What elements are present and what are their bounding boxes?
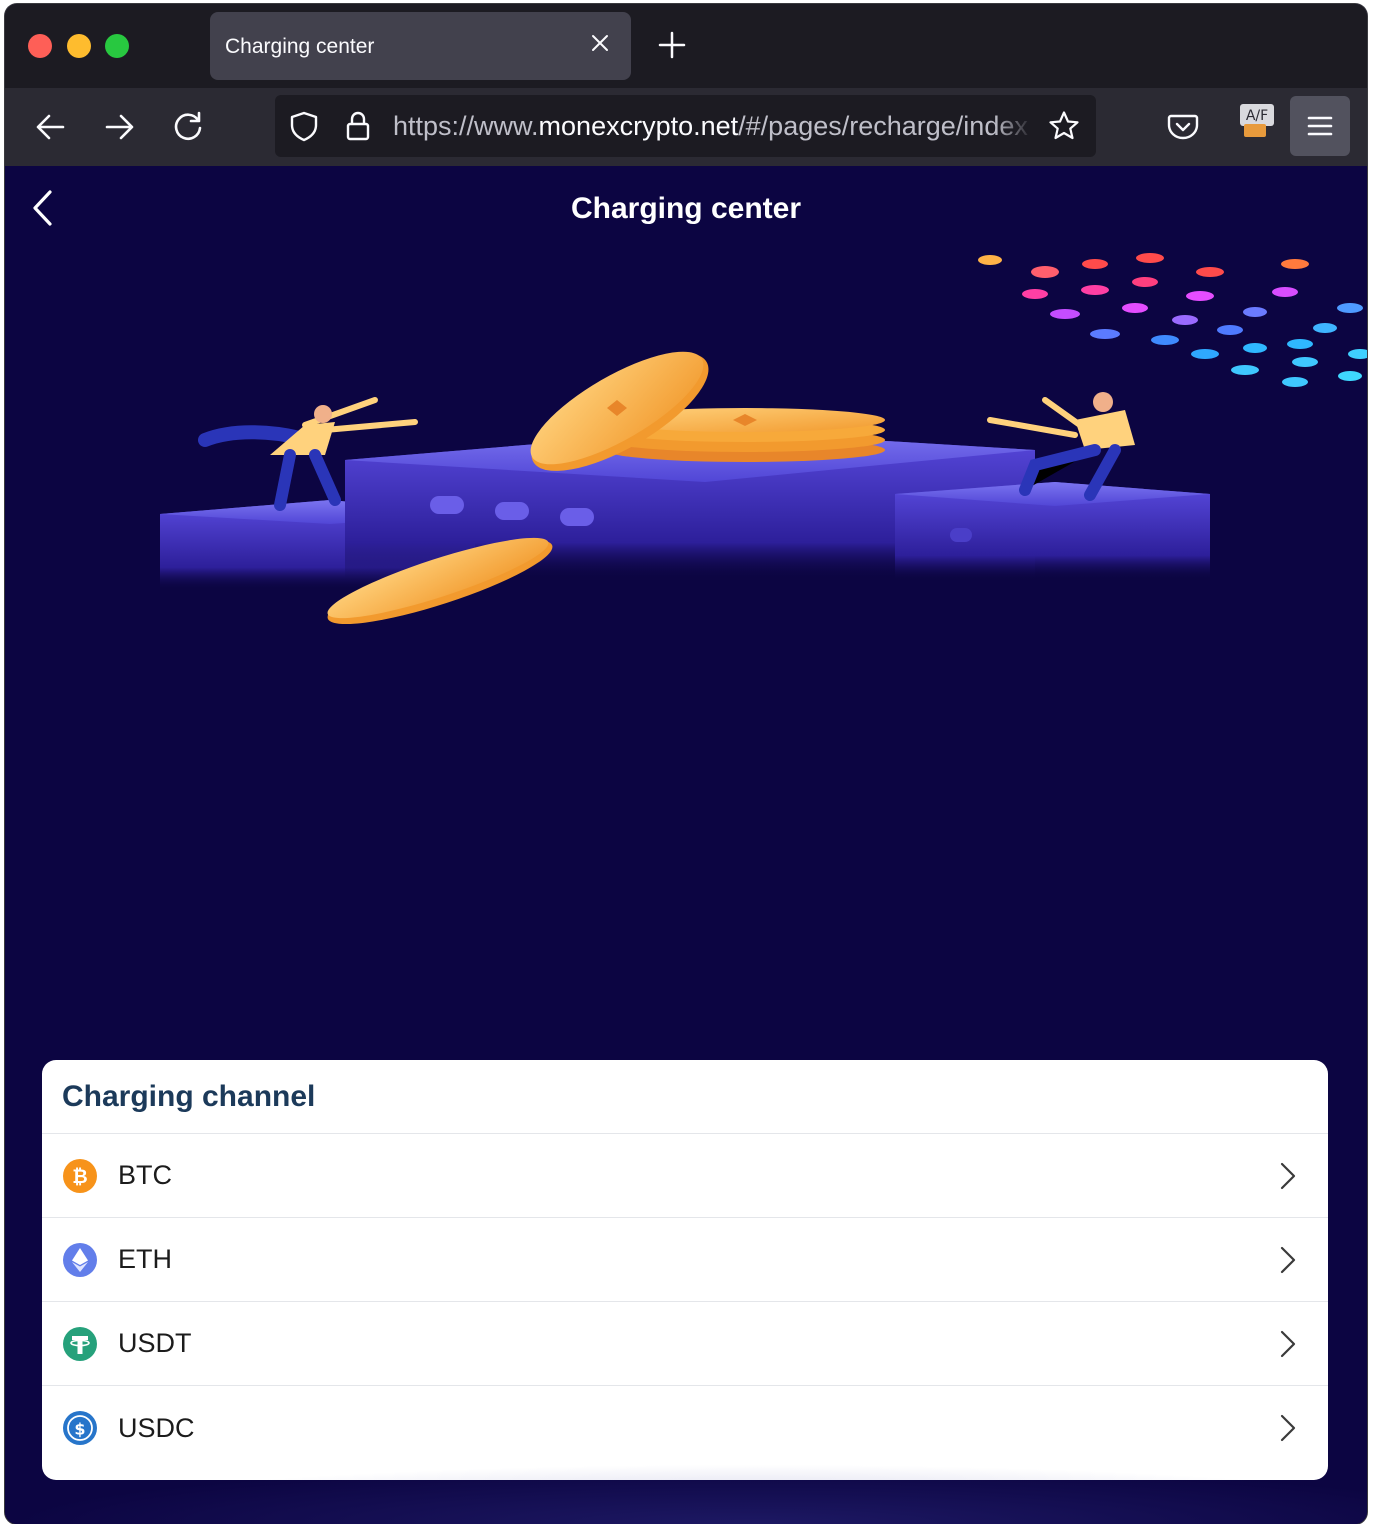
chevron-right-icon: [1280, 1330, 1296, 1357]
channel-item-btc[interactable]: ₿ BTC: [42, 1134, 1328, 1218]
charging-channel-card: Charging channel ₿ BTC ETH USDT $ USDC: [42, 1060, 1328, 1480]
minimize-window-button[interactable]: [67, 34, 91, 58]
channel-item-usdc[interactable]: $ USDC: [42, 1386, 1328, 1470]
chevron-right-icon: [1280, 1414, 1296, 1442]
new-tab-icon[interactable]: [655, 28, 689, 62]
confetti-dots: [978, 253, 1367, 387]
page-content: Charging center Charging channel ₿ BTC E…: [5, 166, 1367, 1524]
channel-label: USDT: [118, 1328, 192, 1358]
pocket-icon[interactable]: [1162, 106, 1204, 148]
page-title: Charging center: [570, 192, 802, 225]
channel-item-usdt[interactable]: USDT: [42, 1302, 1328, 1386]
hamburger-menu-icon: [1307, 116, 1333, 136]
charging-channel-title: Charging channel: [42, 1060, 1328, 1134]
channel-label: ETH: [118, 1244, 172, 1274]
svg-text:$: $: [74, 1420, 85, 1439]
zoom-window-button[interactable]: [105, 34, 129, 58]
channel-label: USDC: [118, 1412, 195, 1443]
channel-label: BTC: [118, 1160, 172, 1190]
back-arrow-icon[interactable]: [30, 106, 72, 148]
usdc-icon: $: [63, 1411, 97, 1445]
url-text[interactable]: https://www.monexcrypto.net/#/pages/rech…: [393, 111, 1033, 142]
extension-icon[interactable]: A/F: [1238, 102, 1276, 140]
hero-illustration: [160, 253, 1367, 625]
tab-charging-center[interactable]: Charging center: [210, 12, 631, 80]
eth-icon: [63, 1242, 97, 1277]
tab-strip: Charging center: [5, 4, 1367, 88]
extension-badge: A/F: [1246, 108, 1268, 124]
btc-icon: ₿: [63, 1158, 97, 1193]
bottom-decoration: [5, 1464, 1367, 1524]
url-host: monexcrypto.net: [538, 111, 739, 141]
close-window-button[interactable]: [28, 34, 52, 58]
lock-icon[interactable]: [341, 109, 375, 143]
channel-item-eth[interactable]: ETH: [42, 1218, 1328, 1302]
address-bar[interactable]: https://www.monexcrypto.net/#/pages/rech…: [275, 95, 1096, 157]
navigation-toolbar: https://www.monexcrypto.net/#/pages/rech…: [5, 88, 1367, 166]
forward-arrow-icon[interactable]: [98, 106, 140, 148]
usdt-icon: [63, 1326, 97, 1361]
browser-window: Charging center https://www.monexcrypto.…: [5, 4, 1367, 1524]
reload-icon[interactable]: [167, 106, 209, 148]
svg-text:₿: ₿: [72, 1166, 87, 1188]
chevron-right-icon: [1280, 1246, 1296, 1273]
url-path: /#/pages/recharge/index: [738, 111, 1028, 141]
chevron-right-icon: [1280, 1162, 1296, 1189]
app-menu-button[interactable]: [1290, 96, 1350, 156]
tracking-protection-shield-icon[interactable]: [287, 109, 321, 143]
close-tab-icon[interactable]: [587, 30, 613, 56]
bookmark-star-icon[interactable]: [1047, 109, 1081, 143]
tab-title: Charging center: [225, 35, 375, 58]
url-prefix: https://www.: [393, 111, 539, 141]
